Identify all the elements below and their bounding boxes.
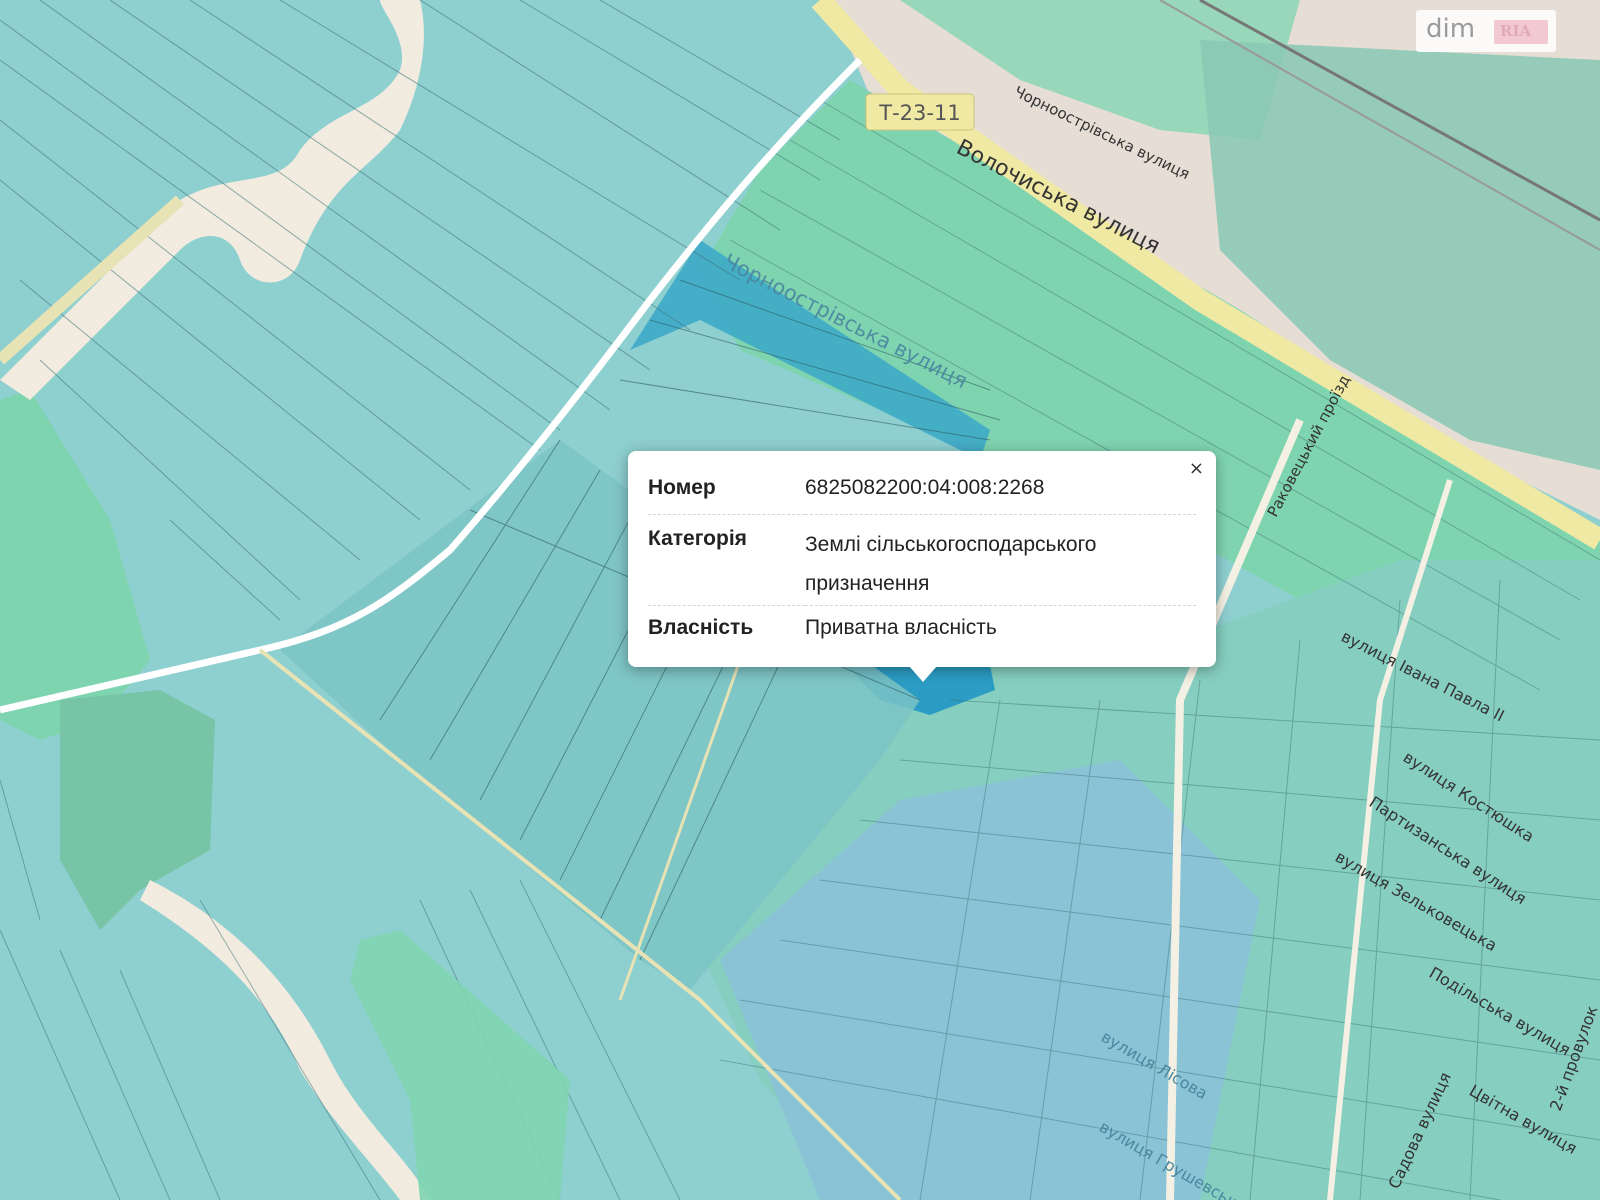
parcel-category-key: Категорія: [648, 514, 805, 606]
road-number-badge-label: Т-23-11: [878, 101, 960, 125]
parcel-info-row-category: Категорія Землі сільськогосподарського п…: [648, 514, 1196, 606]
parcel-info-row-number: Номер 6825082200:04:008:2268: [648, 473, 1196, 515]
parcel-ownership-key: Власність: [648, 616, 754, 639]
popup-pointer: [909, 666, 937, 682]
parcel-ownership-value: Приватна власність: [805, 616, 997, 639]
watermark-badge-label: RIA: [1500, 22, 1532, 40]
parcel-info-popup: × Номер 6825082200:04:008:2268 Категорія…: [628, 451, 1216, 667]
parcel-info-row-ownership: Власність Приватна власність: [648, 606, 1196, 641]
parcel-info-table: Номер 6825082200:04:008:2268 Категорія З…: [648, 473, 1196, 640]
watermark-logo: dim RIA: [1416, 10, 1556, 52]
parcel-number-key: Номер: [648, 473, 805, 515]
watermark-brand: dim: [1426, 14, 1476, 44]
watermark-badge: RIA: [1494, 20, 1548, 44]
parcel-category-value: Землі сільськогосподарського призначення: [805, 514, 1196, 606]
parcel-number-value: 6825082200:04:008:2268: [805, 473, 1196, 515]
